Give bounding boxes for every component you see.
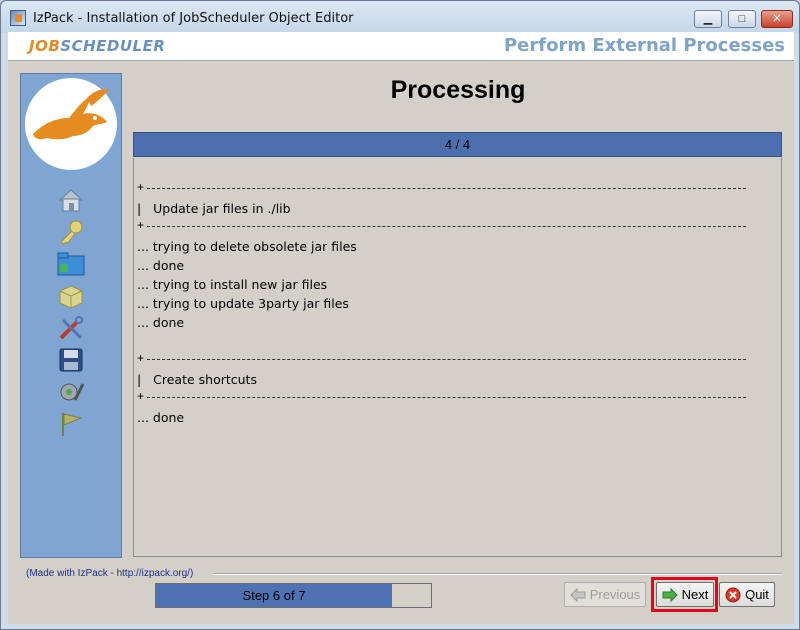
title-bar[interactable]: IzPack - Installation of JobScheduler Ob… bbox=[1, 1, 799, 33]
home-icon bbox=[55, 184, 87, 216]
log-separator bbox=[137, 180, 746, 194]
log-line: ... trying to delete obsolete jar files bbox=[137, 239, 357, 254]
overall-progress-bar: 4 / 4 bbox=[133, 132, 782, 157]
page-title: Processing bbox=[390, 76, 526, 104]
log-line: ... done bbox=[137, 410, 185, 425]
log-separator bbox=[137, 389, 746, 403]
close-button[interactable]: ✕ bbox=[761, 10, 793, 28]
previous-button-label: Previous bbox=[589, 587, 641, 602]
minimize-button[interactable]: ▁ bbox=[694, 10, 722, 28]
step-progress-bar: Step 6 of 7 bbox=[155, 583, 432, 608]
izpack-credit: (Made with IzPack - http://izpack.org/) bbox=[26, 568, 194, 579]
header-bar: JOBSCHEDULER Perform External Processes bbox=[8, 32, 794, 61]
footer-divider bbox=[213, 573, 783, 575]
log-line: ... trying to install new jar files bbox=[137, 277, 328, 292]
tools-icon bbox=[55, 312, 87, 344]
log-section-title: | Update jar files in ./lib bbox=[137, 201, 291, 216]
arrow-right-icon bbox=[662, 587, 678, 603]
process-log-output[interactable]: | Update jar files in ./lib ... trying t… bbox=[133, 158, 782, 557]
rabbit-logo bbox=[25, 78, 117, 170]
log-separator bbox=[137, 218, 746, 232]
installer-body: JOBSCHEDULER Perform External Processes bbox=[8, 32, 794, 624]
next-button-label: Next bbox=[681, 587, 709, 602]
jobscheduler-logo: JOBSCHEDULER bbox=[29, 37, 166, 55]
floppy-disk-icon bbox=[55, 344, 87, 376]
window-title: IzPack - Installation of JobScheduler Ob… bbox=[33, 11, 354, 26]
quit-button-label: Quit bbox=[745, 587, 769, 602]
app-icon bbox=[10, 10, 26, 26]
step-icon-list bbox=[55, 184, 89, 440]
key-icon bbox=[55, 216, 87, 248]
arrow-left-icon bbox=[569, 587, 586, 603]
panel-header-title: Perform External Processes bbox=[503, 35, 785, 56]
next-button[interactable]: Next bbox=[656, 582, 714, 607]
package-icon bbox=[55, 280, 87, 312]
log-line: ... done bbox=[137, 315, 185, 330]
side-panel bbox=[20, 73, 122, 558]
stop-icon bbox=[725, 587, 741, 603]
step-progress-label: Step 6 of 7 bbox=[242, 588, 306, 603]
log-section-title: | Create shortcuts bbox=[137, 372, 257, 387]
log-line: ... done bbox=[137, 258, 185, 273]
log-line: ... trying to update 3party jar files bbox=[137, 296, 349, 311]
quit-button[interactable]: Quit bbox=[719, 582, 775, 607]
maximize-button[interactable]: □ bbox=[728, 10, 756, 28]
flag-icon bbox=[55, 408, 87, 440]
installer-window: IzPack - Installation of JobScheduler Ob… bbox=[0, 0, 800, 630]
log-separator bbox=[137, 351, 746, 365]
previous-button[interactable]: Previous bbox=[564, 582, 646, 607]
gear-icon bbox=[55, 376, 87, 408]
folder-icon bbox=[55, 248, 87, 280]
